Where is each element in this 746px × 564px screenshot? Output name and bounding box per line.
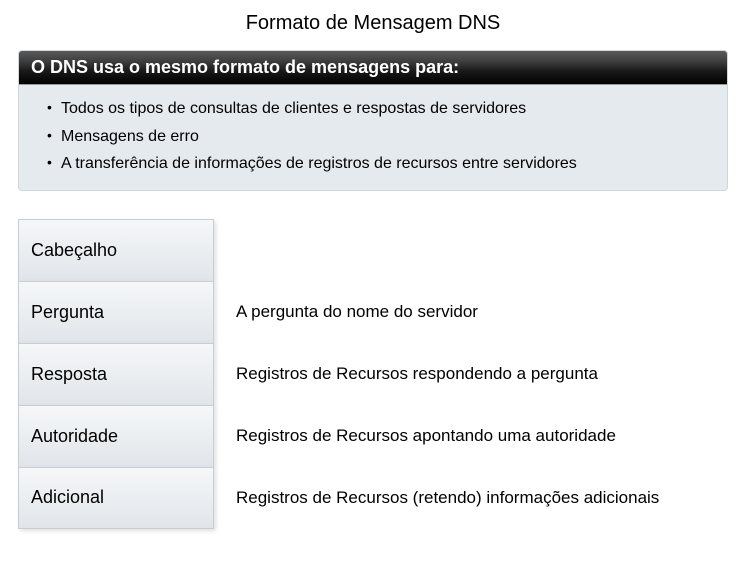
info-item: Todos os tipos de consultas de clientes … (33, 95, 713, 123)
info-panel: O DNS usa o mesmo formato de mensagens p… (18, 50, 728, 191)
section-label: Cabeçalho (18, 219, 214, 281)
section-label: Adicional (18, 467, 214, 529)
info-item: A transferência de informações de regist… (33, 150, 713, 178)
info-panel-header: O DNS usa o mesmo formato de mensagens p… (19, 51, 727, 85)
message-sections: Cabeçalho Pergunta A pergunta do nome do… (18, 219, 728, 529)
section-row-header: Cabeçalho (18, 219, 728, 281)
info-panel-body: Todos os tipos de consultas de clientes … (19, 85, 727, 190)
section-description: Registros de Recursos respondendo a perg… (214, 343, 728, 405)
section-row-answer: Resposta Registros de Recursos responden… (18, 343, 728, 405)
section-description: Registros de Recursos (retendo) informaç… (214, 467, 728, 529)
section-description: A pergunta do nome do servidor (214, 281, 728, 343)
section-row-additional: Adicional Registros de Recursos (retendo… (18, 467, 728, 529)
page-title: Formato de Mensagem DNS (18, 12, 728, 35)
section-row-question: Pergunta A pergunta do nome do servidor (18, 281, 728, 343)
section-label: Resposta (18, 343, 214, 405)
section-label: Autoridade (18, 405, 214, 467)
section-description: Registros de Recursos apontando uma auto… (214, 405, 728, 467)
info-item: Mensagens de erro (33, 123, 713, 151)
section-label: Pergunta (18, 281, 214, 343)
section-description (214, 219, 728, 281)
section-row-authority: Autoridade Registros de Recursos apontan… (18, 405, 728, 467)
